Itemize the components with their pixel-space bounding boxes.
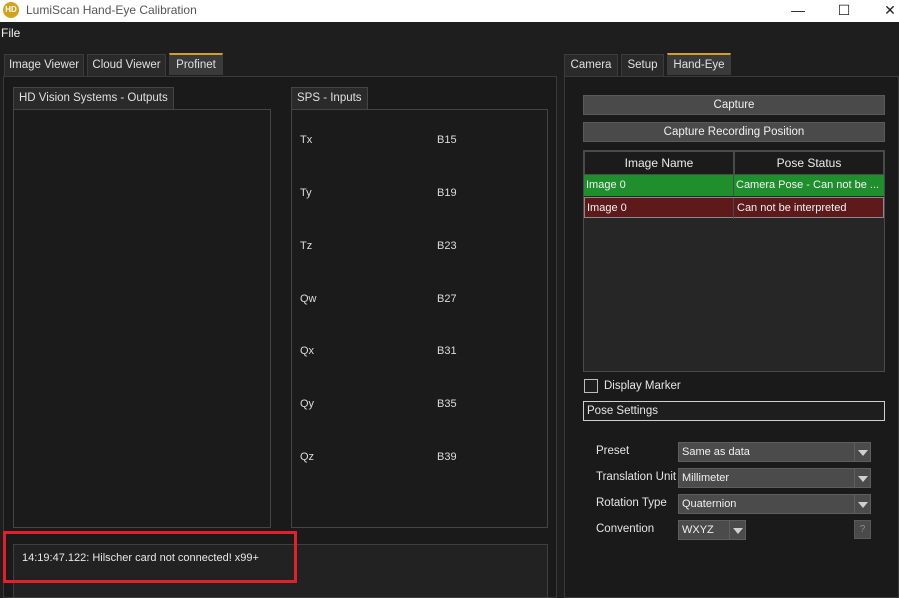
chevron-down-icon [854,469,870,487]
error-highlight-box [3,531,297,583]
input-row: Qw B27 [292,293,547,307]
pose-table[interactable]: Image Name Pose Status Image 0 Camera Po… [583,150,885,372]
table-row[interactable]: Image 0 Can not be interpreted [584,197,884,219]
input-name: Tz [300,240,313,252]
convention-select[interactable]: WXYZ [678,520,746,540]
column-pose-status[interactable]: Pose Status [734,151,884,175]
minimize-button[interactable]: — [775,0,821,22]
translation-unit-value: Millimeter [682,472,730,484]
title-bar: HD LumiScan Hand-Eye Calibration — ☐ ✕ [0,0,899,22]
input-address: B19 [437,187,457,199]
input-row: Qx B31 [292,345,547,359]
cell-image-name: Image 0 [584,175,734,196]
rotation-type-select[interactable]: Quaternion [678,494,871,514]
input-address: B31 [437,345,457,357]
pose-settings-header: Pose Settings [583,401,885,421]
inputs-title: SPS - Inputs [291,87,368,109]
display-marker-label: Display Marker [604,380,681,392]
column-image-name[interactable]: Image Name [584,151,734,175]
tab-setup[interactable]: Setup [621,54,664,76]
input-name: Qz [300,451,315,463]
cell-image-name: Image 0 [585,198,734,219]
capture-button[interactable]: Capture [583,95,885,115]
convention-label: Convention [596,523,655,535]
app-logo-icon: HD [3,2,19,18]
outputs-title: HD Vision Systems - Outputs [13,87,174,109]
window-title: LumiScan Hand-Eye Calibration [26,3,197,17]
rotation-type-label: Rotation Type [596,497,667,509]
translation-unit-select[interactable]: Millimeter [678,468,871,488]
input-row: Tx B15 [292,134,547,148]
chevron-down-icon [854,495,870,513]
input-address: B27 [437,293,457,305]
input-address: B23 [437,240,457,252]
menu-file[interactable]: File [1,26,20,40]
maximize-button[interactable]: ☐ [821,0,867,22]
chevron-down-icon [854,443,870,461]
tab-image-viewer[interactable]: Image Viewer [4,54,84,76]
rotation-type-value: Quaternion [682,498,737,510]
display-marker-checkbox[interactable] [584,379,598,393]
table-row[interactable]: Image 0 Camera Pose - Can not be ... [584,175,884,196]
outputs-list [13,109,271,528]
chevron-down-icon [729,521,745,539]
table-header: Image Name Pose Status [584,151,884,175]
convention-value: WXYZ [682,524,714,536]
input-name: Ty [300,187,312,199]
preset-value: Same as data [682,446,750,458]
input-name: Qw [300,293,317,305]
menu-bar: File [0,24,899,44]
input-address: B35 [437,398,457,410]
input-name: Qx [300,345,315,357]
input-address: B15 [437,134,457,146]
input-row: Tz B23 [292,240,547,254]
capture-recording-position-button[interactable]: Capture Recording Position [583,122,885,142]
cell-pose-status: Camera Pose - Can not be ... [736,179,880,191]
input-name: Tx [300,134,313,146]
close-button[interactable]: ✕ [867,0,899,22]
preset-select[interactable]: Same as data [678,442,871,462]
input-row: Qy B35 [292,398,547,412]
input-address: B39 [437,451,457,463]
tab-hand-eye[interactable]: Hand-Eye [667,53,731,75]
tab-profinet[interactable]: Profinet [169,53,223,75]
tab-camera[interactable]: Camera [564,54,618,76]
translation-unit-label: Translation Unit [596,471,677,483]
help-button[interactable]: ? [854,520,871,539]
input-row: Qz B39 [292,451,547,465]
tab-cloud-viewer[interactable]: Cloud Viewer [87,54,166,76]
inputs-list: Tx B15 Ty B19 Tz B23 Qw B27 Qx B31 Qy B35 Qz B3… [291,109,548,528]
cell-pose-status: Can not be interpreted [737,202,847,214]
preset-label: Preset [596,445,630,457]
input-row: Ty B19 [292,187,547,201]
input-name: Qy [300,398,315,410]
